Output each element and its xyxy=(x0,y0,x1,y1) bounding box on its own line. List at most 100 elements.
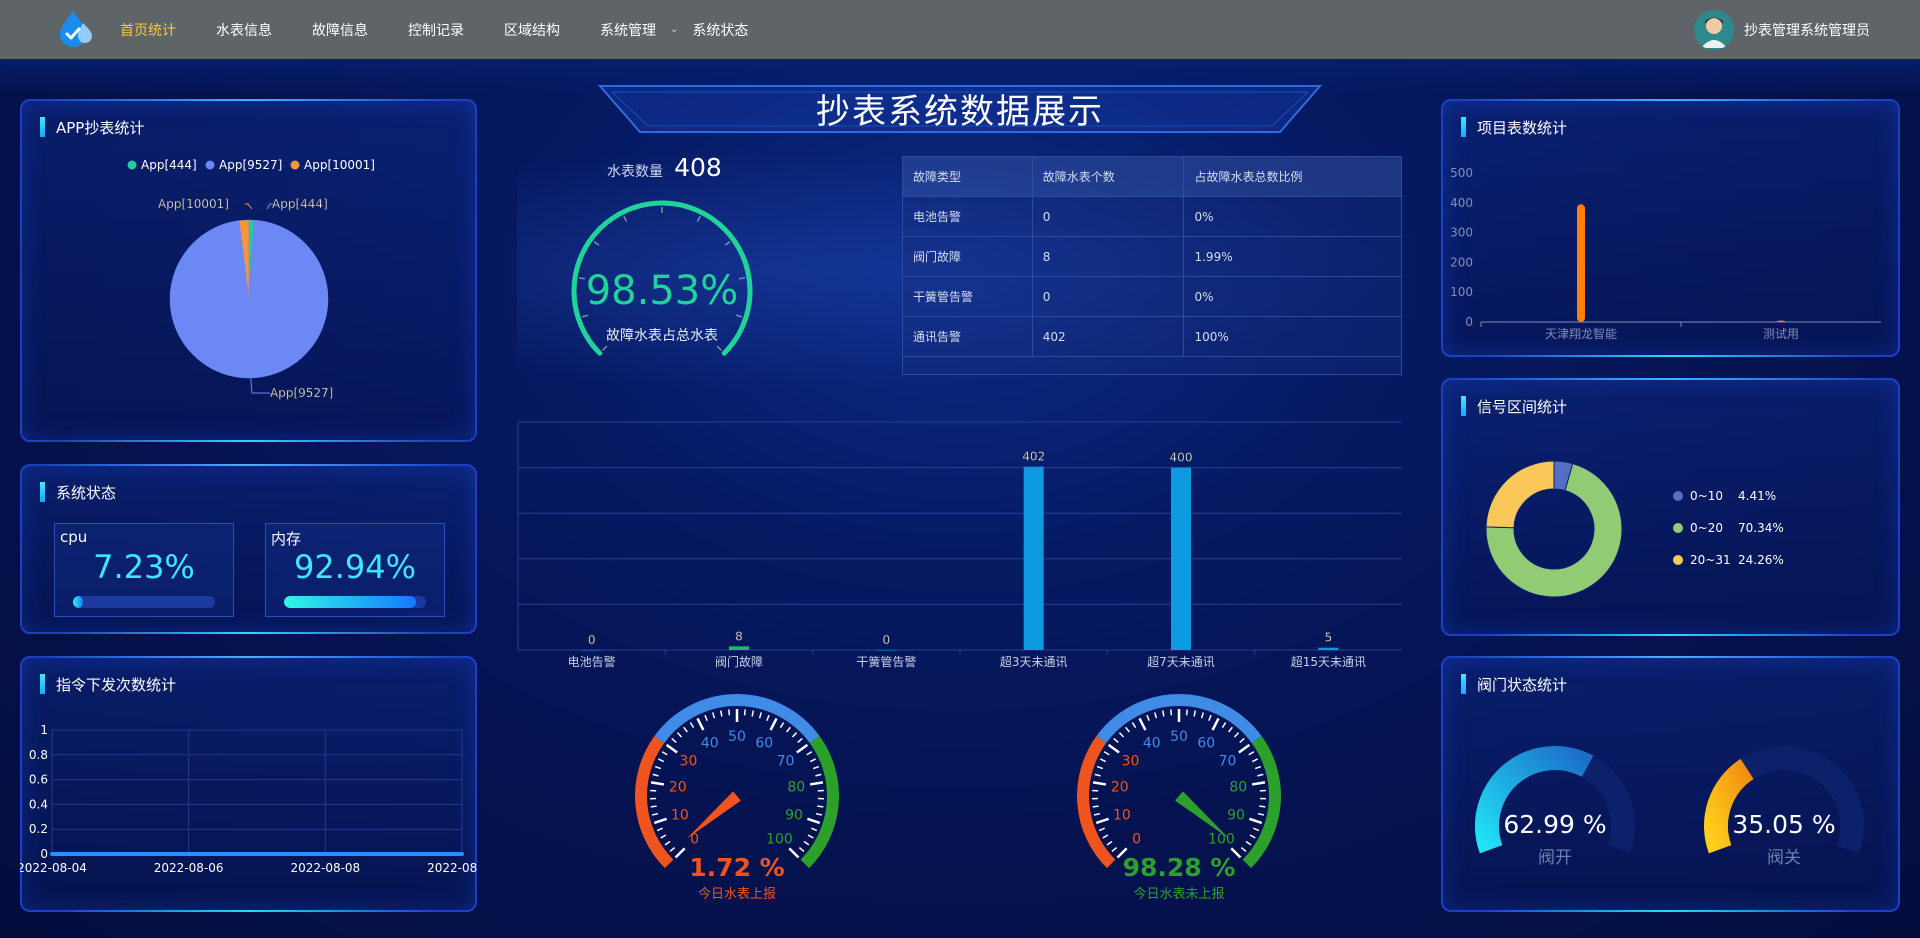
legend-value: 4.41% xyxy=(1738,489,1776,503)
gauge-tick xyxy=(1238,743,1251,754)
gauge-label: 今日水表上报 xyxy=(698,886,776,902)
valve-label: 阀开 xyxy=(1538,848,1572,868)
y-tick-label: 0.4 xyxy=(29,797,48,811)
nav-item-system-status[interactable]: 系统状态 xyxy=(692,20,748,40)
memory-progress-fill xyxy=(284,596,416,608)
legend-label: App[444] xyxy=(141,158,197,172)
donut-slice xyxy=(1485,460,1555,529)
fault-bar-chart: 0 电池告警 8 阀门故障 0 干簧管告警 402 超3天未通讯 400 超7天未通讯 5 超15天未… xyxy=(517,421,1402,669)
gauge-scale-label: 70 xyxy=(777,754,795,770)
gauge-scale-label: 0 xyxy=(1132,831,1141,847)
gauge-scale-label: 40 xyxy=(701,736,719,752)
signal-stats-chart: 0~10 4.41% 0~20 70.34% 20~31 24.26% xyxy=(1485,460,1784,598)
table-cell: 8 xyxy=(1031,236,1185,277)
gauge-tick xyxy=(1094,773,1101,777)
top-navigation: 首页统计 水表信息 故障信息 控制记录 区域结构 系统管理 ⌄ 系统状态 抄表管… xyxy=(0,0,1920,59)
gauge-tick xyxy=(1200,712,1204,719)
gauge-tick xyxy=(1161,710,1165,717)
gauge-tick xyxy=(724,241,731,246)
app-stats-chart: App[444] App[9527] App[10001] App[10001]… xyxy=(127,158,375,400)
y-tick-label: 500 xyxy=(1450,166,1473,180)
pie-label-app444: App[444] xyxy=(272,197,328,211)
gauge-tick xyxy=(671,737,677,743)
gauge-tick xyxy=(1257,773,1264,777)
nav-menu: 首页统计 水表信息 故障信息 控制记录 区域结构 系统管理 ⌄ 系统状态 xyxy=(120,0,788,59)
bar xyxy=(729,646,749,650)
gauge-tick xyxy=(1102,834,1109,839)
table-cell: 0 xyxy=(1031,196,1185,237)
table-filler-cell xyxy=(902,356,1402,375)
gauge-tick xyxy=(719,710,723,717)
gauge-scale-label: 10 xyxy=(1113,808,1131,824)
gauge-tick xyxy=(815,812,823,816)
legend-item-app10001[interactable]: App[10001] xyxy=(290,158,375,172)
gauge-tick xyxy=(650,781,665,786)
gauge-tick xyxy=(1248,751,1255,756)
y-tick-label: 0.8 xyxy=(29,748,48,762)
gauge-tick xyxy=(728,709,731,716)
cpu-label: cpu xyxy=(60,528,88,546)
gauge-tick xyxy=(664,840,671,846)
gauge-scale-label: 60 xyxy=(755,736,773,752)
gauge-scale-label: 50 xyxy=(1170,729,1188,745)
nav-item-system-admin[interactable]: 系统管理 xyxy=(600,20,656,40)
system-status-panel: 系统状态 cpu 7.23% 内存 92.94% xyxy=(20,464,477,634)
legend-label: App[9527] xyxy=(219,158,282,172)
table-header-cell: 占故障水表总数比例 xyxy=(1183,156,1402,197)
bar-value-label: 400 xyxy=(1170,451,1193,465)
gauge-tick xyxy=(1170,709,1173,716)
gauge-tick xyxy=(798,847,805,853)
user-name: 抄表管理系统管理员 xyxy=(1744,23,1870,39)
y-tick-label: 0.2 xyxy=(29,822,48,836)
gauge-tick xyxy=(796,743,809,754)
gauge-tick xyxy=(1098,827,1105,832)
gauge-scale-label: 90 xyxy=(1227,808,1245,824)
avatar[interactable] xyxy=(1694,10,1734,50)
user-menu[interactable]: 抄表管理系统管理员 xyxy=(1694,10,1870,50)
y-tick-label: 100 xyxy=(1450,285,1473,299)
gauge-scale-label: 20 xyxy=(1111,780,1129,796)
nav-item-home[interactable]: 首页统计 xyxy=(120,20,176,40)
gauge-tick xyxy=(712,712,716,719)
gauge-tick xyxy=(811,827,818,832)
chevron-down-icon[interactable]: ⌄ xyxy=(670,24,678,35)
bar-value-label: 5 xyxy=(1325,631,1333,645)
fault-ratio-value: 98.53% xyxy=(586,268,739,314)
table-cell: 100% xyxy=(1183,316,1402,357)
gauge-tick xyxy=(1154,712,1158,719)
fault-bar-grid xyxy=(517,421,1402,651)
gauge-tick xyxy=(660,834,667,839)
project-stats-chart: 0 100 200 300 400 500 天津翔龙智能 测试用 xyxy=(1450,166,1881,341)
gauge-tick xyxy=(656,827,663,832)
gauge-band xyxy=(635,736,674,869)
gauge-tick xyxy=(1111,847,1118,853)
gauge-value: 98.28 % xyxy=(1123,853,1236,882)
gauge-tick xyxy=(602,345,608,351)
legend-label: App[10001] xyxy=(304,158,375,172)
y-tick-label: 400 xyxy=(1450,196,1473,210)
gauge-tick xyxy=(807,834,814,839)
gauge-tick xyxy=(650,805,657,808)
y-tick-label: 0 xyxy=(40,847,48,861)
nav-item-control-records[interactable]: 控制记录 xyxy=(408,20,464,40)
table-cell: 0 xyxy=(1031,276,1185,317)
gauge-tick xyxy=(674,847,686,859)
app-stats-legend: App[444] App[9527] App[10001] xyxy=(127,158,375,172)
gauge-band xyxy=(800,736,839,869)
gauge-tick xyxy=(786,726,791,733)
gauge-tick xyxy=(1245,840,1252,846)
gauge-tick xyxy=(806,751,813,756)
bar xyxy=(1777,320,1785,322)
legend-item-app9527[interactable]: App[9527] xyxy=(205,158,283,172)
gauge-needle xyxy=(1175,791,1230,839)
nav-item-area-structure[interactable]: 区域结构 xyxy=(504,20,560,40)
category-label: 超3天未通讯 xyxy=(1000,654,1068,669)
cpu-progress-fill xyxy=(73,596,84,608)
gauge-band xyxy=(1242,736,1281,869)
legend-item-app444[interactable]: App[444] xyxy=(127,158,197,172)
gauge-tick xyxy=(769,717,778,731)
nav-item-fault-info[interactable]: 故障信息 xyxy=(312,20,368,40)
nav-item-meter-info[interactable]: 水表信息 xyxy=(216,20,272,40)
pie-label-app9527: App[9527] xyxy=(270,386,333,400)
meter-count-value: 408 xyxy=(674,153,722,182)
